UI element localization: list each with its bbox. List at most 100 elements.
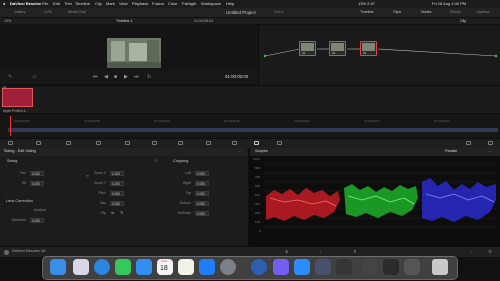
node-03[interactable]: 03 [360,41,377,56]
menu-clip[interactable]: Clip [95,2,102,6]
finder-icon[interactable] [50,259,66,275]
flip-vertical-icon[interactable]: ⇅ [120,211,123,215]
motion-effects-icon[interactable] [66,141,71,145]
zoom-x-field[interactable]: 1.000 [110,171,124,176]
panel-options-icon[interactable]: ⋯ [488,150,492,154]
crop-top-field[interactable]: 0.000 [195,191,209,196]
menu-playback[interactable]: Playback [132,2,148,6]
menu-edit[interactable]: Edit [53,2,60,6]
menu-view[interactable]: View [119,2,128,6]
menu-mark[interactable]: Mark [106,2,115,6]
rewind-icon[interactable]: ◀ [104,75,108,80]
messages-icon[interactable] [115,259,131,275]
menu-color[interactable]: Color [168,2,178,6]
safari-icon[interactable] [94,259,110,275]
reset-sizing-icon[interactable]: ↺ [154,159,157,163]
panel-options-icon[interactable]: ⋯ [238,150,242,154]
menu-fairlight[interactable]: Fairlight [182,2,196,6]
terminal-icon[interactable] [383,259,399,275]
pan-field[interactable]: 0.000 [30,171,44,176]
photos-icon[interactable] [178,259,194,275]
go-to-start-icon[interactable]: ⏮ [93,75,98,80]
menu-help[interactable]: Help [226,2,234,6]
tracker-icon[interactable] [206,141,211,145]
yaw-field[interactable]: 0.000 [110,201,124,206]
timeline-track[interactable] [8,128,498,132]
node-mode-selector[interactable]: Clip [460,19,466,24]
loop-icon[interactable]: ↻ [147,75,151,80]
play-icon[interactable]: ▶ [124,75,128,80]
clip-thumbnail[interactable] [2,88,33,107]
menu-file[interactable]: File [42,2,48,6]
page-media-icon[interactable]: ◈ [285,249,288,254]
folder-icon[interactable] [362,259,378,275]
mute-icon[interactable]: ◁ [32,75,36,80]
menu-app-name[interactable]: DaVinci Resolve [10,2,41,6]
resolve-icon[interactable] [251,259,267,275]
node-editor[interactable] [258,25,500,85]
window-icon[interactable] [178,141,183,145]
trash-icon[interactable] [432,259,448,275]
toolbar-luts[interactable]: LUTs [44,10,52,15]
menu-workspace[interactable]: Workspace [201,2,221,6]
menu-clock[interactable]: Fri 18 Aug 4:40 PM [432,2,466,6]
toolbar-nodes[interactable]: Nodes [421,10,431,15]
crop-left-field[interactable]: 0.000 [195,171,209,176]
sizing-panel-title[interactable]: Sizing - Edit Sizing [4,149,36,154]
color-wheels-icon[interactable] [8,141,13,145]
mail-icon[interactable] [136,259,152,275]
analyze-button[interactable]: Analyze [34,208,46,212]
home-icon[interactable]: ⌂ [470,249,473,254]
crop-right-field[interactable]: 0.000 [195,181,209,186]
toolbar-lightbox[interactable]: Lightbox [476,10,490,15]
viewer-zoom[interactable]: 19% [4,19,11,24]
timeline-playhead[interactable] [10,116,11,136]
zoom-icon[interactable] [294,259,310,275]
distortion-field[interactable]: 0.000 [30,218,44,223]
crop-bottom-field[interactable]: 0.000 [195,201,209,206]
node-01[interactable]: 01 [299,41,316,56]
toolbar-effects[interactable]: Effects [450,10,461,15]
menu-trim[interactable]: Trim [64,2,72,6]
preview-icon[interactable] [404,259,420,275]
toolbar-gallery[interactable]: Gallery [14,10,25,15]
qualifier-icon[interactable] [152,141,157,145]
go-to-end-icon[interactable]: ⏭ [134,75,139,80]
settings-gear-icon[interactable]: ⚙ [488,249,492,254]
battery-status[interactable]: 13% 2:47 [358,2,375,6]
toolbar-clips[interactable]: Clips [393,10,401,15]
toolbar-media-pool[interactable]: Media Pool [68,10,86,15]
pen-icon[interactable]: ✎ [8,75,12,80]
settings-icon[interactable] [220,259,236,275]
flip-horizontal-icon[interactable]: ⇆ [111,211,114,215]
toolbar-timeline[interactable]: Timeline [360,10,373,15]
menu-timeline[interactable]: Timeline [75,2,90,6]
davinci-icon[interactable] [336,259,352,275]
tilt-field[interactable]: 0.000 [30,181,44,186]
pitch-field[interactable]: 0.000 [110,191,124,196]
calendar-icon[interactable]: AUG 18 [157,259,173,275]
zoom-y-field[interactable]: 1.000 [110,181,124,186]
apple-icon[interactable]: ● [3,2,5,6]
curves-icon[interactable] [96,141,101,145]
color-warper-icon[interactable] [125,141,130,145]
scope-mode-selector[interactable]: Parade [445,149,457,154]
node-02[interactable]: 02 [329,41,346,56]
viber-icon[interactable] [273,259,289,275]
blur-icon[interactable] [232,141,237,145]
page-deliver-icon[interactable]: ⬆ [353,249,357,254]
menu-fusion[interactable]: Fusion [152,2,164,6]
screenshot-icon[interactable] [315,259,331,275]
page-fairlight-icon[interactable]: ♪ [319,249,321,254]
rgb-mixer-icon[interactable] [36,141,41,145]
stop-icon[interactable]: ■ [114,75,117,80]
crop-softness-field[interactable]: 0.000 [195,211,209,216]
key-icon[interactable] [277,141,282,145]
mini-timeline[interactable]: 01:00:00:00 01:00:02:05 01:00:04:10 01:0… [0,113,500,138]
timeline-selector[interactable]: Timeline 1 [116,19,132,24]
app-store-icon[interactable] [199,259,215,275]
info-icon[interactable] [488,141,493,145]
launchpad-icon[interactable] [73,259,89,275]
scopes-icon[interactable] [466,141,471,145]
sizing-icon[interactable] [254,141,259,145]
